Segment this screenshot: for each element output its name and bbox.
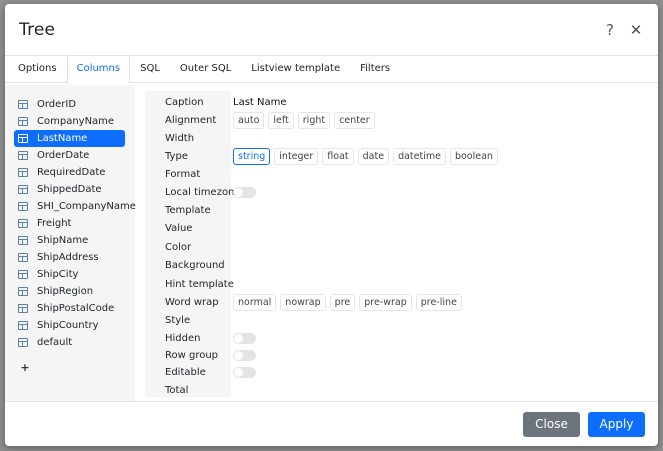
- column-list: OrderID CompanyName LastName OrderDate R…: [5, 85, 136, 401]
- table-icon: [18, 168, 28, 177]
- column-item[interactable]: ShipRegion: [14, 283, 125, 300]
- hint-template-label: Hint template: [165, 279, 234, 290]
- format-input[interactable]: [233, 167, 533, 182]
- column-item[interactable]: SHI_CompanyName: [14, 198, 136, 215]
- type-option-date[interactable]: date: [357, 148, 390, 165]
- total-input[interactable]: [233, 383, 533, 398]
- format-label: Format: [165, 169, 201, 180]
- style-label: Style: [165, 315, 191, 326]
- table-icon: [18, 117, 28, 126]
- tab-sql[interactable]: SQL: [130, 55, 170, 82]
- word-wrap-option-pre-wrap[interactable]: pre-wrap: [359, 294, 412, 311]
- style-input[interactable]: [233, 313, 533, 328]
- word-wrap-options: normal nowrap pre pre-wrap pre-line: [233, 294, 466, 311]
- hint-template-input[interactable]: [233, 277, 533, 292]
- alignment-option-right[interactable]: right: [297, 112, 331, 129]
- column-properties: Caption Last Name Alignment auto left rig…: [145, 91, 652, 397]
- word-wrap-option-normal[interactable]: normal: [233, 294, 277, 311]
- background-label: Background: [165, 260, 225, 271]
- add-column-button[interactable]: +: [14, 357, 36, 377]
- column-item[interactable]: ShipName: [14, 232, 125, 249]
- table-icon: [18, 304, 28, 313]
- table-icon: [18, 185, 28, 194]
- local-timezone-label: Local timezone: [165, 187, 241, 198]
- type-option-datetime[interactable]: datetime: [393, 148, 446, 165]
- type-options: string integer float date datetime boole…: [233, 148, 502, 165]
- table-icon: [18, 134, 28, 143]
- tab-outer-sql[interactable]: Outer SQL: [170, 55, 241, 82]
- tab-listview-template[interactable]: Listview template: [241, 55, 350, 82]
- table-icon: [18, 202, 28, 211]
- dialog-footer: Close Apply: [5, 401, 658, 446]
- column-item[interactable]: ShipCity: [14, 266, 125, 283]
- total-label: Total: [165, 385, 189, 396]
- width-label: Width: [165, 133, 195, 144]
- column-item[interactable]: CompanyName: [14, 113, 125, 130]
- editable-toggle[interactable]: [233, 367, 256, 378]
- table-icon: [18, 236, 28, 245]
- background-input[interactable]: [233, 258, 533, 273]
- caption-input[interactable]: Last Name: [233, 97, 287, 108]
- local-timezone-toggle[interactable]: [233, 187, 256, 198]
- column-item-selected[interactable]: LastName: [14, 130, 125, 147]
- hidden-label: Hidden: [165, 333, 201, 344]
- apply-button[interactable]: Apply: [588, 411, 645, 437]
- alignment-option-auto[interactable]: auto: [233, 112, 265, 129]
- alignment-option-left[interactable]: left: [268, 112, 294, 129]
- dialog-header: Tree ? ✕: [5, 4, 658, 56]
- word-wrap-option-pre-line[interactable]: pre-line: [415, 294, 462, 311]
- word-wrap-label: Word wrap: [165, 297, 219, 308]
- column-item[interactable]: OrderDate: [14, 147, 125, 164]
- width-input[interactable]: [233, 131, 533, 146]
- close-icon[interactable]: ✕: [628, 21, 644, 39]
- column-item[interactable]: RequiredDate: [14, 164, 125, 181]
- tree-dialog: Tree ? ✕ Options Columns SQL Outer SQL L…: [5, 4, 658, 446]
- columns-content: OrderID CompanyName LastName OrderDate R…: [5, 85, 658, 401]
- alignment-option-center[interactable]: center: [334, 112, 375, 129]
- table-icon: [18, 100, 28, 109]
- type-option-integer[interactable]: integer: [274, 148, 319, 165]
- caption-label: Caption: [165, 97, 204, 108]
- type-option-string[interactable]: string: [233, 148, 271, 165]
- tab-bar: Options Columns SQL Outer SQL Listview t…: [5, 55, 658, 83]
- row-group-toggle[interactable]: [233, 350, 256, 361]
- tab-columns[interactable]: Columns: [66, 55, 131, 83]
- question-mark-icon[interactable]: ?: [602, 21, 618, 39]
- alignment-label: Alignment: [165, 115, 217, 126]
- value-input[interactable]: [233, 221, 533, 236]
- word-wrap-option-pre[interactable]: pre: [329, 294, 356, 311]
- tab-filters[interactable]: Filters: [350, 55, 400, 82]
- color-label: Color: [165, 242, 192, 253]
- hidden-toggle[interactable]: [233, 333, 256, 344]
- table-icon: [18, 151, 28, 160]
- template-label: Template: [165, 205, 211, 216]
- column-item[interactable]: default: [14, 334, 125, 351]
- table-icon: [18, 287, 28, 296]
- column-item[interactable]: ShipCountry: [14, 317, 125, 334]
- row-group-label: Row group: [165, 350, 219, 361]
- editable-label: Editable: [165, 367, 206, 378]
- table-icon: [18, 219, 28, 228]
- color-input[interactable]: [233, 240, 533, 255]
- alignment-options: auto left right center: [233, 112, 379, 129]
- tab-options[interactable]: Options: [8, 55, 67, 82]
- type-option-boolean[interactable]: boolean: [449, 148, 498, 165]
- column-item[interactable]: ShipPostalCode: [14, 300, 125, 317]
- close-button[interactable]: Close: [523, 411, 580, 437]
- type-label: Type: [165, 151, 188, 162]
- table-icon: [18, 321, 28, 330]
- table-icon: [18, 270, 28, 279]
- column-item[interactable]: ShipAddress: [14, 249, 125, 266]
- table-icon: [18, 253, 28, 262]
- column-item[interactable]: OrderID: [14, 96, 125, 113]
- table-icon: [18, 338, 28, 347]
- column-item[interactable]: ShippedDate: [14, 181, 125, 198]
- template-input[interactable]: [233, 203, 533, 218]
- type-option-float[interactable]: float: [322, 148, 354, 165]
- dialog-title: Tree: [19, 19, 56, 40]
- column-item[interactable]: Freight: [14, 215, 125, 232]
- word-wrap-option-nowrap[interactable]: nowrap: [280, 294, 326, 311]
- value-label: Value: [165, 223, 193, 234]
